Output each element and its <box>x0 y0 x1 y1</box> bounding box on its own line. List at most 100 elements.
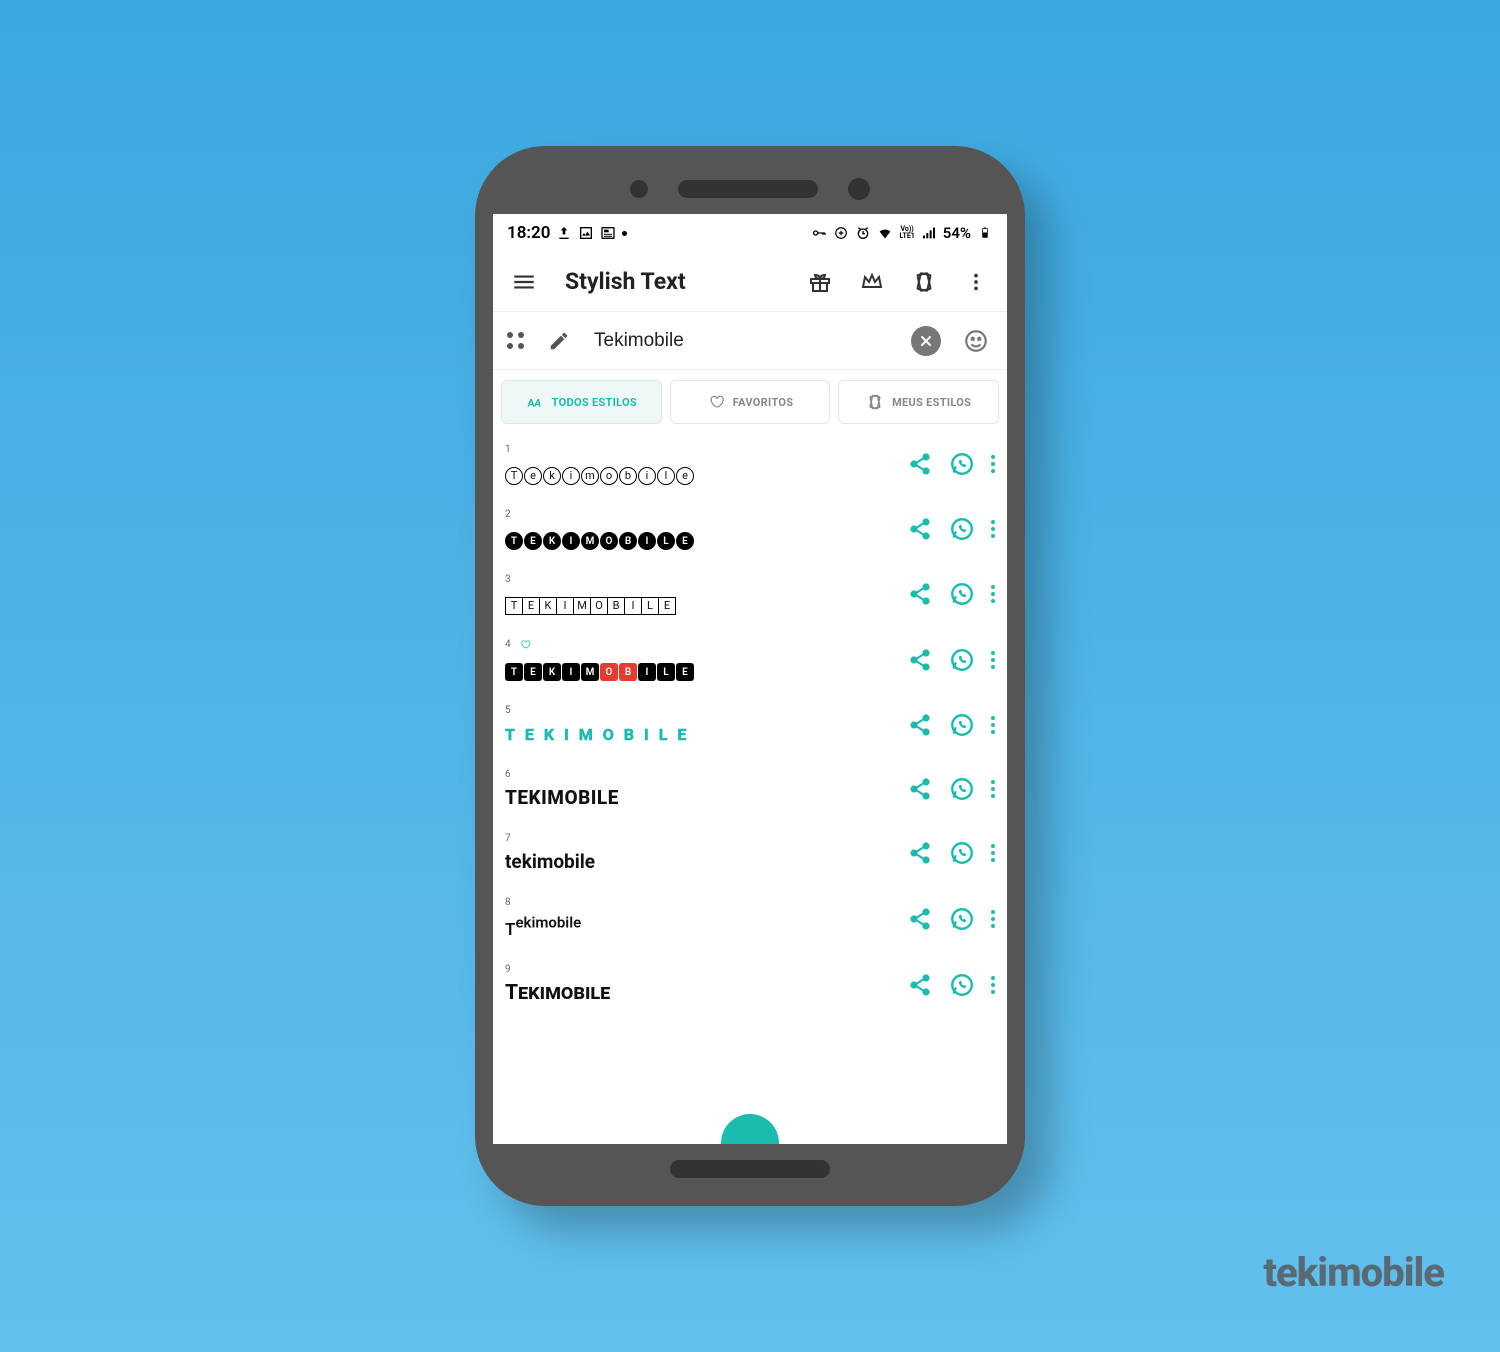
style-index: 9 <box>505 964 907 975</box>
style-index: 4 <box>505 639 907 651</box>
style-item[interactable]: 9 Tekimobile <box>505 954 995 1019</box>
whatsapp-icon[interactable] <box>949 840 975 866</box>
style-content: 7tekimobile <box>505 833 907 873</box>
style-index: 1 <box>505 444 907 455</box>
tab-my-styles[interactable]: MEUS ESTILOS <box>838 380 999 424</box>
clear-input-icon[interactable] <box>911 326 941 356</box>
notification-dot <box>622 231 627 236</box>
share-icon[interactable] <box>907 516 933 542</box>
crown-icon[interactable] <box>855 265 889 299</box>
drag-handle-icon[interactable] <box>507 332 524 349</box>
tab-all-styles[interactable]: AA TODOS ESTILOS <box>501 380 662 424</box>
more-icon[interactable] <box>991 455 995 473</box>
more-icon[interactable] <box>991 844 995 862</box>
whatsapp-icon[interactable] <box>949 972 975 998</box>
more-icon[interactable] <box>991 651 995 669</box>
text-input[interactable] <box>594 330 839 352</box>
more-icon[interactable] <box>991 976 995 994</box>
style-text: tekimobile <box>505 850 907 873</box>
style-actions <box>907 712 995 738</box>
text-input-wrap[interactable] <box>594 330 893 352</box>
battery-text: 54% <box>943 224 971 242</box>
style-item[interactable]: 3 TEKIMOBILE <box>505 564 995 629</box>
watermark: tekimobile <box>1263 1249 1444 1296</box>
style-item[interactable]: 4TEKIMOBILE <box>505 629 995 696</box>
app-title: Stylish Text <box>565 268 785 295</box>
style-actions <box>907 581 995 607</box>
vpn-key-icon <box>811 225 827 241</box>
style-text: TEKIMOBILE <box>505 591 907 615</box>
style-content: 3 TEKIMOBILE <box>505 574 907 615</box>
style-text: Tekimobile <box>505 981 907 1005</box>
news-icon <box>600 225 616 241</box>
share-icon[interactable] <box>907 972 933 998</box>
whatsapp-icon[interactable] <box>949 516 975 542</box>
whatsapp-icon[interactable] <box>949 581 975 607</box>
clock: 18:20 <box>507 223 550 243</box>
tab-favorites-label: FAVORITOS <box>733 396 794 409</box>
cards-icon[interactable] <box>907 265 941 299</box>
tabs: AA TODOS ESTILOS FAVORITOS MEUS ESTILOS <box>493 370 1007 430</box>
whatsapp-icon[interactable] <box>949 906 975 932</box>
style-item[interactable]: 7tekimobile <box>505 823 995 887</box>
alarm-icon <box>855 225 871 241</box>
style-index: 3 <box>505 574 907 585</box>
tab-all-label: TODOS ESTILOS <box>552 396 637 409</box>
style-content: 2 TEKIMOBILE <box>505 509 907 551</box>
overflow-menu-icon[interactable] <box>959 265 993 299</box>
style-content: 6 TEKIMOBILE <box>505 769 907 809</box>
share-icon[interactable] <box>907 776 933 802</box>
style-item[interactable]: 6 TEKIMOBILE <box>505 759 995 823</box>
style-item[interactable]: 2 TEKIMOBILE <box>505 499 995 565</box>
more-icon[interactable] <box>991 520 995 538</box>
upload-icon <box>556 225 572 241</box>
fab-button[interactable] <box>721 1114 779 1144</box>
style-text: TEKIMOBILE <box>505 786 907 809</box>
tab-favorites[interactable]: FAVORITOS <box>670 380 831 424</box>
whatsapp-icon[interactable] <box>949 647 975 673</box>
whatsapp-icon[interactable] <box>949 451 975 477</box>
gift-icon[interactable] <box>803 265 837 299</box>
data-saver-icon <box>833 225 849 241</box>
style-index: 2 <box>505 509 907 520</box>
phone-frame: 18:20 <box>475 146 1025 1206</box>
phone-bottom-hardware <box>493 1144 1007 1194</box>
input-row <box>493 312 1007 370</box>
more-icon[interactable] <box>991 910 995 928</box>
style-list: 1Tekimobile2TEKIMOBILE3TEKIMOBILE4TEKIMO… <box>493 430 1007 1019</box>
edit-pencil-icon[interactable] <box>542 324 576 358</box>
emoji-icon[interactable] <box>959 324 993 358</box>
style-item[interactable]: 8Tekimobile <box>505 887 995 954</box>
share-icon[interactable] <box>907 581 933 607</box>
style-content: 4TEKIMOBILE <box>505 639 907 682</box>
signal-icon <box>921 225 937 241</box>
share-icon[interactable] <box>907 712 933 738</box>
more-icon[interactable] <box>991 780 995 798</box>
style-index: 5 <box>505 705 907 716</box>
style-actions <box>907 516 995 542</box>
share-icon[interactable] <box>907 451 933 477</box>
status-right: Vo))LTE1 54% <box>811 224 993 242</box>
phone-top-hardware <box>493 164 1007 214</box>
more-icon[interactable] <box>991 585 995 603</box>
hamburger-menu-icon[interactable] <box>507 265 541 299</box>
style-actions <box>907 840 995 866</box>
share-icon[interactable] <box>907 906 933 932</box>
style-content: 8Tekimobile <box>505 897 907 940</box>
whatsapp-icon[interactable] <box>949 712 975 738</box>
image-icon <box>578 225 594 241</box>
app-bar: Stylish Text <box>493 252 1007 312</box>
more-icon[interactable] <box>991 716 995 734</box>
whatsapp-icon[interactable] <box>949 776 975 802</box>
sensor-dot <box>630 180 648 198</box>
style-item[interactable]: 5TEKIMOBILE <box>505 695 995 759</box>
style-actions <box>907 451 995 477</box>
front-camera <box>848 178 870 200</box>
share-icon[interactable] <box>907 840 933 866</box>
style-text: TEKIMOBILE <box>505 526 907 551</box>
style-index: 6 <box>505 769 907 780</box>
style-item[interactable]: 1Tekimobile <box>505 434 995 499</box>
wifi-icon <box>877 225 893 241</box>
style-actions <box>907 906 995 932</box>
share-icon[interactable] <box>907 647 933 673</box>
